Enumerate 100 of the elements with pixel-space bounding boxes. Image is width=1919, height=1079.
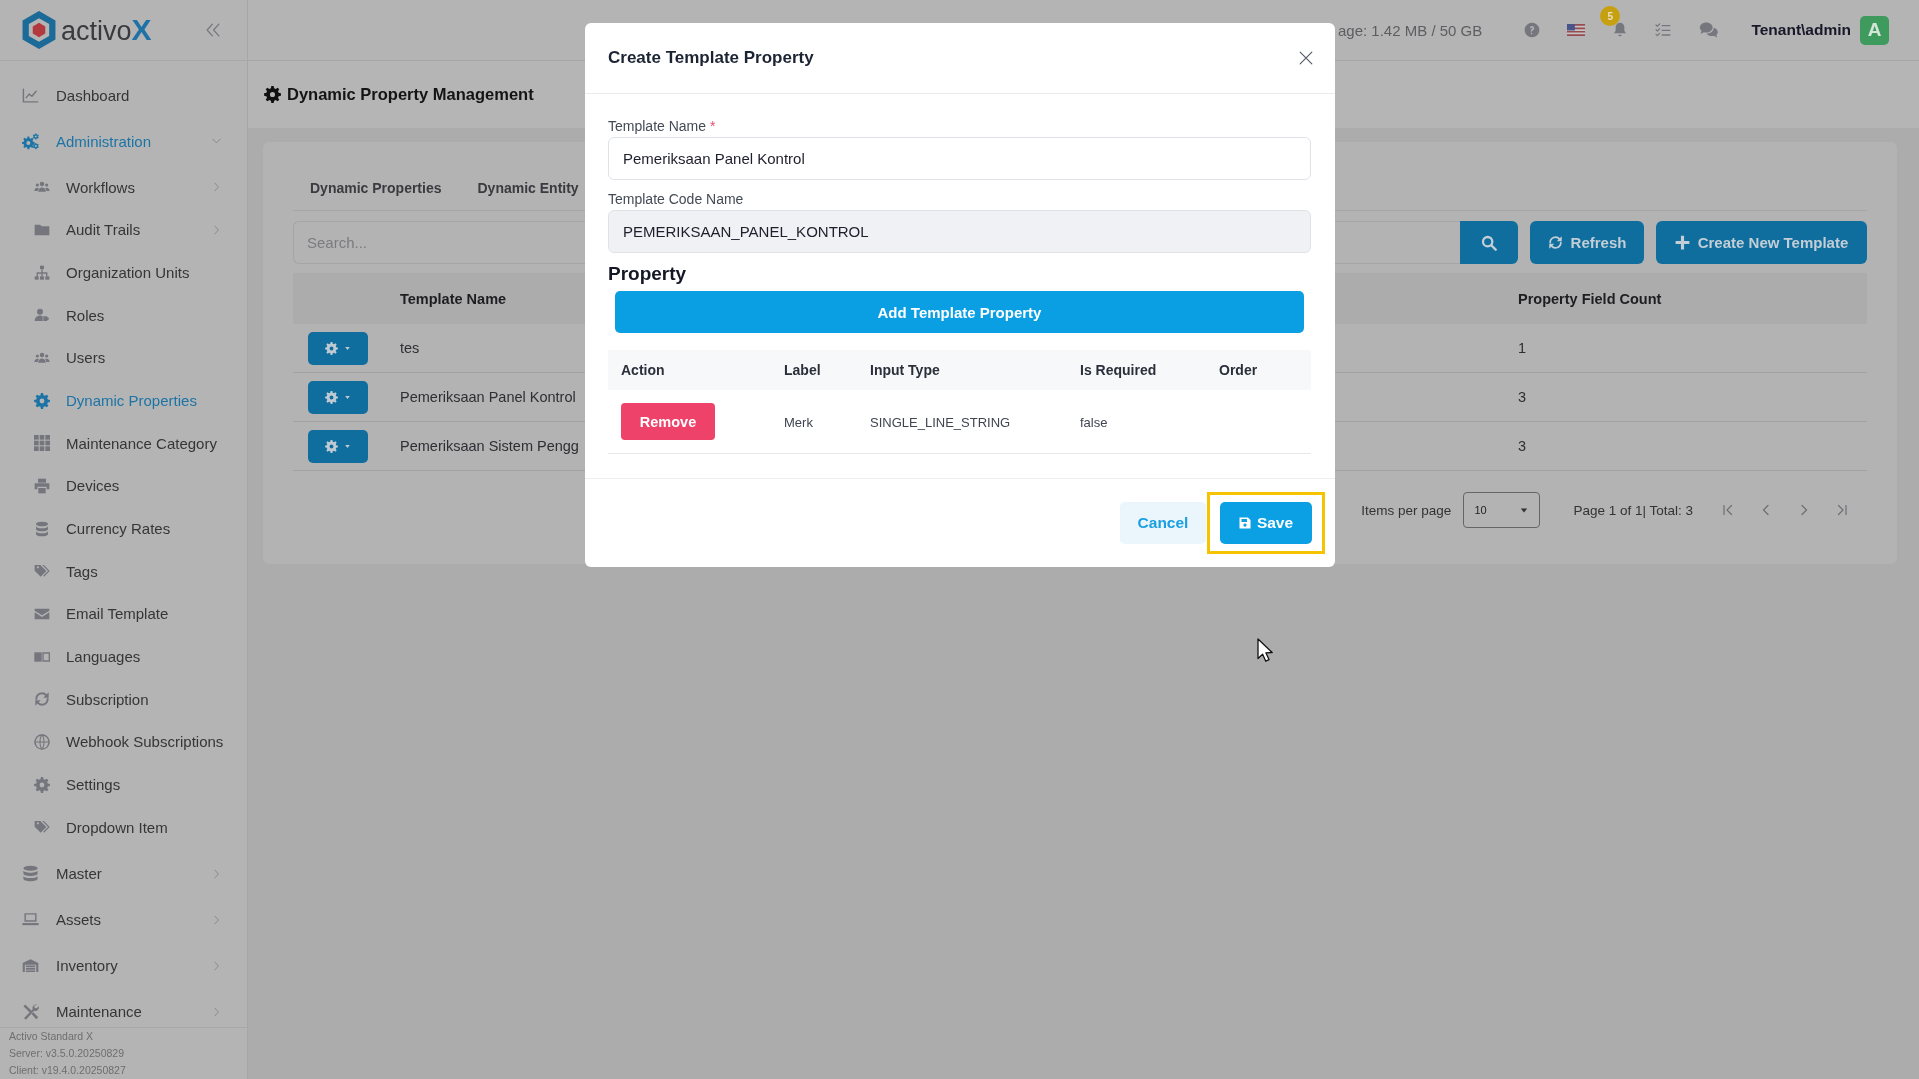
menu-item[interactable]: Webhook Subscriptions: [8, 726, 239, 757]
globe-icon: [33, 733, 51, 750]
row-actions-button[interactable]: [308, 331, 368, 365]
column-header: Property Field Count: [1518, 290, 1662, 307]
gears-icon: [22, 132, 39, 150]
folder-icon: [33, 222, 51, 238]
coins-icon: [33, 520, 51, 537]
caret-down-icon: [344, 394, 351, 400]
text-field[interactable]: Pemeriksaan Panel Kontrol: [608, 137, 1311, 180]
org-chart-icon: [33, 264, 51, 281]
gear-icon: [33, 392, 51, 409]
gear-icon: [264, 86, 281, 103]
create-button[interactable]: Create New Template: [1656, 221, 1867, 264]
help-icon[interactable]: [1524, 22, 1541, 38]
logo-icon: [22, 11, 56, 49]
warehouse-icon: [22, 957, 39, 974]
tab[interactable]: Dynamic Properties: [310, 173, 442, 203]
table-cell: tes: [400, 340, 420, 356]
column-header: Input Type: [870, 362, 940, 378]
laptop-icon: [22, 911, 39, 928]
menu-item[interactable]: Currency Rates: [8, 513, 239, 544]
menu-item[interactable]: Languages: [8, 641, 239, 672]
menu-item[interactable]: Inventory: [8, 950, 239, 981]
table-cell: 3: [1518, 389, 1527, 405]
sync-icon: [33, 691, 51, 708]
table-cell: Merk: [784, 414, 813, 430]
table-cell: Pemeriksaan Sistem Pengg: [400, 438, 579, 454]
storage-usage-text: age: 1.42 MB / 50 GB: [1338, 21, 1483, 39]
menu-item[interactable]: Settings: [8, 769, 239, 800]
gear-icon: [325, 390, 338, 404]
menu-item[interactable]: Workflows: [8, 172, 239, 203]
collapse-sidebar-icon[interactable]: [206, 23, 220, 37]
remove-button[interactable]: Remove: [621, 403, 715, 440]
column-header: Order: [1219, 362, 1258, 378]
menu-item[interactable]: Devices: [8, 470, 239, 501]
chat-icon[interactable]: [1698, 21, 1720, 39]
plus-icon: [1674, 235, 1690, 250]
user-tag-icon: [33, 307, 51, 324]
menu-item[interactable]: Organization Units: [8, 257, 239, 288]
menu-item[interactable]: Audit Trails: [8, 215, 239, 245]
column-header: Is Required: [1080, 362, 1157, 378]
flag-icon[interactable]: [1567, 24, 1586, 36]
menu-item[interactable]: Subscription: [8, 684, 239, 715]
gear-icon: [33, 776, 51, 793]
table-cell: SINGLE_LINE_STRING: [870, 414, 1011, 430]
field-label: Template Name *: [608, 117, 717, 135]
notification-badge: 5: [1600, 6, 1621, 26]
table-cell: 1: [1518, 340, 1527, 356]
table-cell: false: [1080, 414, 1108, 430]
caret-down-icon: [1519, 506, 1530, 514]
chart-icon: [22, 86, 39, 104]
gear-icon: [325, 341, 338, 355]
menu-item[interactable]: Tags: [8, 556, 239, 587]
page-size-select[interactable]: 10: [1463, 492, 1541, 528]
page-summary: Page 1 of 1| Total: 3: [1573, 502, 1693, 518]
menu-item[interactable]: Maintenance: [8, 996, 239, 1027]
logo-text: activoX: [61, 13, 152, 47]
menu-item[interactable]: Email Template: [8, 598, 239, 629]
previous-page-icon[interactable]: [1760, 503, 1772, 517]
close-icon[interactable]: [1299, 51, 1313, 65]
column-header: Action: [621, 362, 665, 378]
menu-item[interactable]: Master: [8, 858, 239, 889]
search-button[interactable]: [1460, 221, 1518, 264]
last-page-icon[interactable]: [1836, 503, 1848, 517]
dialog-title: Create Template Property: [608, 48, 814, 68]
caret-down-icon: [344, 345, 351, 351]
row-actions-button[interactable]: [308, 380, 368, 414]
caret-down-icon: [344, 443, 351, 449]
menu-item[interactable]: Dashboard: [8, 80, 239, 110]
tab[interactable]: Dynamic Entity: [477, 173, 579, 203]
version-text: Activo Standard X: [9, 1029, 95, 1044]
field-label: Template Code Name: [608, 190, 745, 208]
version-text: Server: v3.5.0.20250829: [9, 1046, 125, 1061]
gear-icon: [325, 439, 338, 453]
page-title: Dynamic Property Management: [287, 85, 534, 104]
tasks-icon[interactable]: [1655, 22, 1672, 38]
row-actions-button[interactable]: [308, 429, 368, 463]
database-icon: [22, 865, 39, 882]
menu-item[interactable]: Assets: [8, 904, 239, 935]
menu-item[interactable]: Dropdown Item: [8, 812, 239, 843]
tools-icon: [22, 1003, 39, 1020]
user-name[interactable]: Tenant\admin: [1751, 21, 1851, 39]
table-cell: Pemeriksaan Panel Kontrol: [400, 389, 576, 405]
next-page-icon[interactable]: [1798, 503, 1810, 517]
search-icon: [1481, 234, 1497, 251]
grid-icon: [33, 435, 51, 452]
items-per-page-label: Items per page: [1361, 502, 1452, 518]
save-icon: [1238, 517, 1251, 529]
refresh-icon: [1547, 235, 1563, 250]
version-text: Client: v19.4.0.20250827: [9, 1063, 127, 1078]
mouse-pointer-icon: [1257, 638, 1273, 662]
menu-item[interactable]: Maintenance Category: [8, 428, 239, 459]
first-page-icon[interactable]: [1722, 503, 1734, 517]
menu-item[interactable]: Roles: [8, 300, 239, 331]
refresh-button[interactable]: Refresh: [1530, 221, 1644, 264]
menu-item[interactable]: Users: [8, 342, 239, 373]
column-header: Template Name: [400, 290, 507, 307]
column-header: Label: [784, 362, 821, 378]
printer-icon: [33, 477, 51, 494]
section-title: Property: [608, 263, 688, 285]
